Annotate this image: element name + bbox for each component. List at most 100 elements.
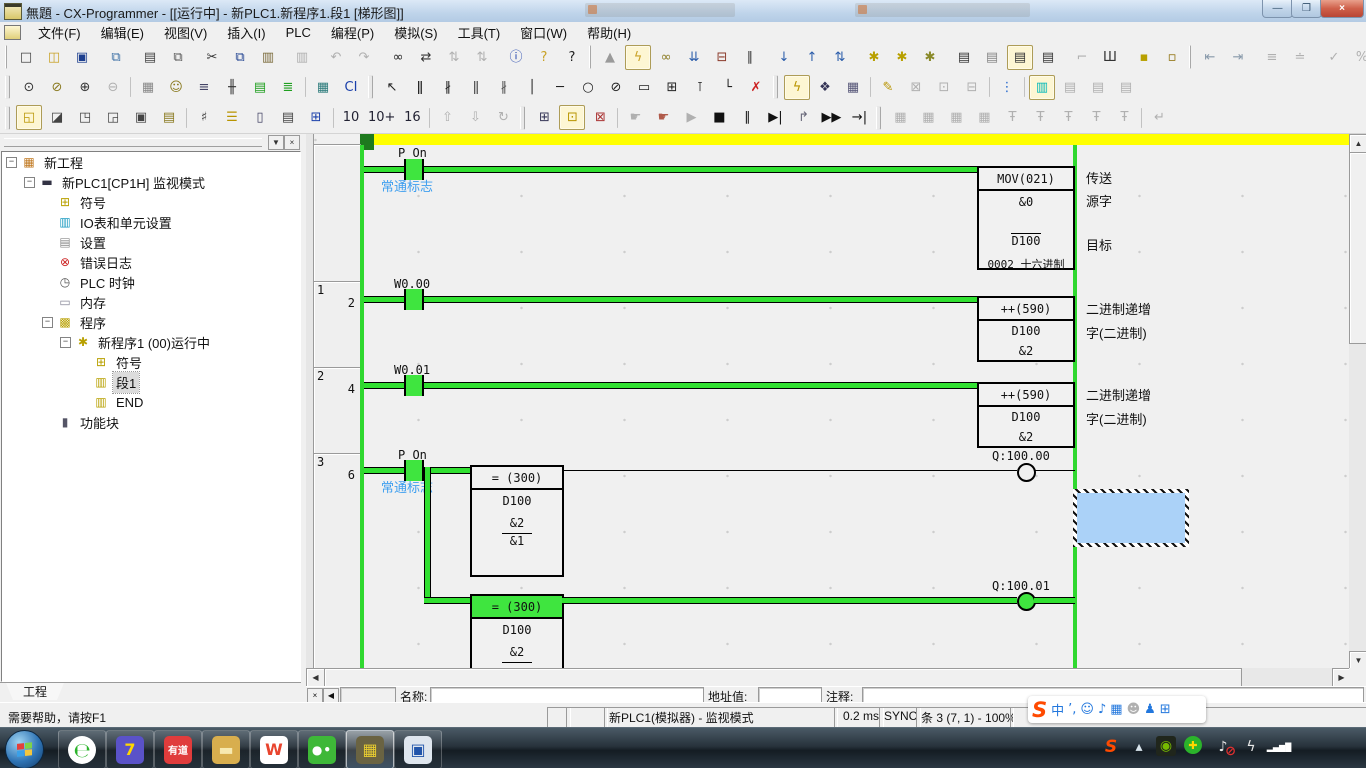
sogou-mic-icon[interactable]: ♪: [1098, 702, 1106, 717]
instruction-block-inc-2[interactable]: ++(590) D100 &2: [977, 382, 1075, 448]
watch-window-icon[interactable]: ◲: [100, 105, 126, 130]
transition-icon-4[interactable]: Ŧ: [1083, 105, 1109, 130]
menu-file[interactable]: 文件(F): [29, 21, 90, 44]
new-fb-invocation-icon[interactable]: ⊞: [659, 75, 685, 100]
find-icon[interactable]: ∞: [385, 45, 411, 70]
tree-item-io-table[interactable]: ▥ IO表和单元设置: [2, 212, 300, 232]
monitor-mode-icon[interactable]: ▤: [1007, 45, 1033, 70]
coil-q100-00[interactable]: [1017, 463, 1036, 482]
sogou-punct-icon[interactable]: ’,: [1068, 702, 1076, 717]
sep[interactable]: [186, 108, 187, 128]
monitoring-icon[interactable]: ϟ: [784, 75, 810, 100]
toolbar-grip[interactable]: [368, 75, 373, 99]
address-field[interactable]: [758, 687, 822, 703]
page-preview-icon[interactable]: ⧉: [103, 45, 129, 70]
panel-dropdown-button[interactable]: ▼: [268, 135, 284, 150]
differential-monitor-icon[interactable]: ▦: [840, 75, 866, 100]
copy-icon[interactable]: ⧉: [227, 45, 253, 70]
sim-board-icon-4[interactable]: ▦: [971, 105, 997, 130]
step-run-icon[interactable]: ⌐: [1069, 45, 1095, 70]
properties-icon[interactable]: ▤: [156, 105, 182, 130]
tree-item-project[interactable]: − ▦ 新工程: [2, 152, 300, 172]
menu-view[interactable]: 视图(V): [155, 21, 216, 44]
sep[interactable]: [870, 77, 871, 97]
sim-stop-icon[interactable]: ■: [706, 105, 732, 130]
sim-play-icon[interactable]: ▶: [678, 105, 704, 130]
replace-address-icon[interactable]: ⇅: [469, 45, 495, 70]
toolbar-grip[interactable]: [5, 45, 7, 69]
menu-window[interactable]: 窗口(W): [511, 21, 576, 44]
online-edit-ok-icon[interactable]: ⊡: [931, 75, 957, 100]
ladder-hscrollbar[interactable]: ◀ ▶: [306, 668, 1349, 686]
ladder-view-icon[interactable]: ▤: [247, 75, 273, 100]
sogou-lang-icon[interactable]: 中: [1051, 700, 1064, 719]
menu-edit[interactable]: 编辑(E): [92, 21, 153, 44]
transition-icon-1[interactable]: Ŧ: [999, 105, 1025, 130]
print-icon[interactable]: ▤: [137, 45, 163, 70]
sim-pause-icon[interactable]: ∥: [734, 105, 760, 130]
undo-icon[interactable]: ↶: [323, 45, 349, 70]
minimize-button[interactable]: —: [1262, 0, 1293, 18]
tray-network-icon[interactable]: ▂▄▆█: [1268, 736, 1290, 758]
new-closed-coil-icon[interactable]: ⊘: [603, 75, 629, 100]
tree-item-end[interactable]: ▥ END: [2, 392, 300, 412]
sogou-input-bar[interactable]: S中’,☺♪▦☻♟⊞: [1028, 696, 1206, 723]
edit-disabled-icon-3[interactable]: ▤: [1113, 75, 1139, 100]
toolbar-grip[interactable]: [876, 106, 881, 130]
rung-margin-3[interactable]: 3 6: [313, 453, 361, 668]
redo-icon[interactable]: ↷: [351, 45, 377, 70]
transfer-symbols-icon[interactable]: ✱: [917, 45, 943, 70]
differentiate-up-icon[interactable]: ⇧: [434, 105, 460, 130]
sep[interactable]: [429, 108, 430, 128]
replace-symbol-icon[interactable]: ⇅: [441, 45, 467, 70]
plc-protect-icon[interactable]: ⊞: [531, 105, 557, 130]
rung-margin-2[interactable]: 2 4: [313, 367, 361, 454]
sim-board-icon-3[interactable]: ▦: [943, 105, 969, 130]
paste-icon[interactable]: ▥: [255, 45, 281, 70]
context-help-icon[interactable]: ?: [559, 45, 585, 70]
monitor-online-icon[interactable]: ∞: [653, 45, 679, 70]
ladder-editor[interactable]: 1 2 2 4 3 6 P_On 常通标志 MOV(021) &0 D100 0…: [306, 134, 1349, 668]
select-tool-icon[interactable]: ↖: [379, 75, 405, 100]
project-window-icon[interactable]: ◱: [16, 105, 42, 130]
rung-comment-icon[interactable]: ≐: [1287, 45, 1313, 70]
sim-step-out-icon[interactable]: ↱: [790, 105, 816, 130]
edit-disabled-icon-2[interactable]: ▤: [1085, 75, 1111, 100]
tray-power-icon[interactable]: ϟ: [1240, 736, 1262, 758]
menu-help[interactable]: 帮助(H): [578, 21, 640, 44]
new-contact-icon[interactable]: ǁ: [407, 75, 433, 100]
simulator-online-icon[interactable]: ϟ: [625, 45, 651, 70]
tray-360-icon[interactable]: ✚: [1184, 736, 1202, 754]
memory-box-icon[interactable]: ⊞: [303, 105, 329, 130]
monitor-decimal-icon[interactable]: 10: [338, 105, 364, 130]
monitor-signed-decimal-icon[interactable]: 10+: [366, 105, 397, 130]
replace-icon[interactable]: ⇄: [413, 45, 439, 70]
rung-margin-0[interactable]: [313, 144, 361, 283]
new-coil-icon[interactable]: ○: [575, 75, 601, 100]
menu-simulation[interactable]: 模拟(S): [385, 21, 446, 44]
tree-expander-icon[interactable]: −: [6, 157, 17, 168]
run-mode-icon[interactable]: ▤: [1035, 45, 1061, 70]
panel-grip[interactable]: [4, 138, 262, 147]
monitor-stack-icon[interactable]: ❖: [812, 75, 838, 100]
compare-block-a[interactable]: = (300) D100 &2 &1: [470, 465, 564, 577]
contact-w0-00[interactable]: [404, 289, 424, 310]
tree-item-settings[interactable]: ▤ 设置: [2, 232, 300, 252]
address-tree-icon[interactable]: ⋮: [994, 75, 1020, 100]
reference-window-icon[interactable]: ▣: [128, 105, 154, 130]
instruction-block-inc-1[interactable]: ++(590) D100 &2: [977, 296, 1075, 362]
tree-item-section1[interactable]: ▥ 段1: [2, 372, 300, 392]
online-edit-icon[interactable]: ✎: [875, 75, 901, 100]
fb-parameter-icon[interactable]: ⊺: [687, 75, 713, 100]
sogou-emoji-icon[interactable]: ☺: [1080, 702, 1094, 717]
sep[interactable]: [305, 77, 306, 97]
tree-item-symbols[interactable]: ⊞ 符号: [2, 192, 300, 212]
menu-plc[interactable]: PLC: [277, 23, 320, 42]
tray-nvidia-icon[interactable]: ◉: [1156, 736, 1176, 756]
new-instruction-icon[interactable]: ▭: [631, 75, 657, 100]
print-preview-icon[interactable]: ⧉: [165, 45, 191, 70]
new-closed-contact-icon[interactable]: ∦: [435, 75, 461, 100]
cut-icon[interactable]: ✂: [199, 45, 225, 70]
sep[interactable]: [333, 108, 334, 128]
time-chart-icon[interactable]: Ш: [1097, 45, 1123, 70]
